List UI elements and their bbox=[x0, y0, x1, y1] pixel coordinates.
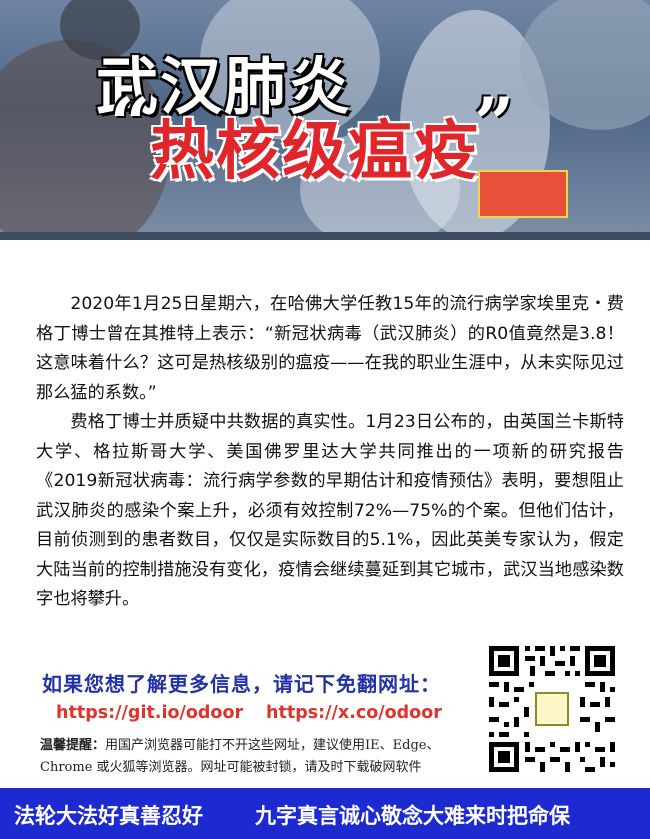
footer-text-right: 九字真言诚心敬念大难来时把命保 bbox=[255, 803, 570, 828]
link-x-co[interactable]: https://x.co/odoor bbox=[266, 703, 442, 723]
cta-headline: 如果您想了解更多信息，请记下免翻网址： bbox=[42, 672, 441, 696]
tip-note: 温馨提醒：用国产浏览器可能打不开这些网址，建议使用IE、Edge、Chrome … bbox=[40, 735, 470, 779]
tip-label: 温馨提醒： bbox=[40, 738, 106, 753]
close-quote-mark: ” bbox=[474, 82, 515, 165]
article-body: 2020年1月25日星期六，在哈佛大学任教15年的流行病学家埃里克・费格丁博士曾… bbox=[36, 290, 624, 615]
hero-photo-poster bbox=[478, 170, 568, 218]
footer-text-left: 法轮大法好真善忍好 bbox=[14, 803, 203, 828]
link-git-io[interactable]: https://git.io/odoor bbox=[56, 703, 243, 723]
hero-banner: 武汉肺炎 “ 热核级瘟疫 ” bbox=[0, 0, 650, 240]
article-paragraph: 2020年1月25日星期六，在哈佛大学任教15年的流行病学家埃里克・费格丁博士曾… bbox=[36, 294, 624, 403]
hero-title-line2: 热核级瘟疫 bbox=[112, 100, 480, 192]
hero-title-line2-text: 热核级瘟疫 bbox=[150, 115, 480, 189]
qr-code[interactable] bbox=[487, 644, 617, 774]
article-paragraph: 费格丁博士并质疑中共数据的真实性。1月23日公布的，由英国兰卡斯特大学、格拉斯哥… bbox=[36, 412, 624, 609]
qr-center-logo bbox=[535, 692, 569, 726]
footer-banner: 法轮大法好真善忍好 九字真言诚心敬念大难来时把命保 bbox=[0, 788, 650, 839]
hero-bottom-strip bbox=[0, 232, 650, 240]
